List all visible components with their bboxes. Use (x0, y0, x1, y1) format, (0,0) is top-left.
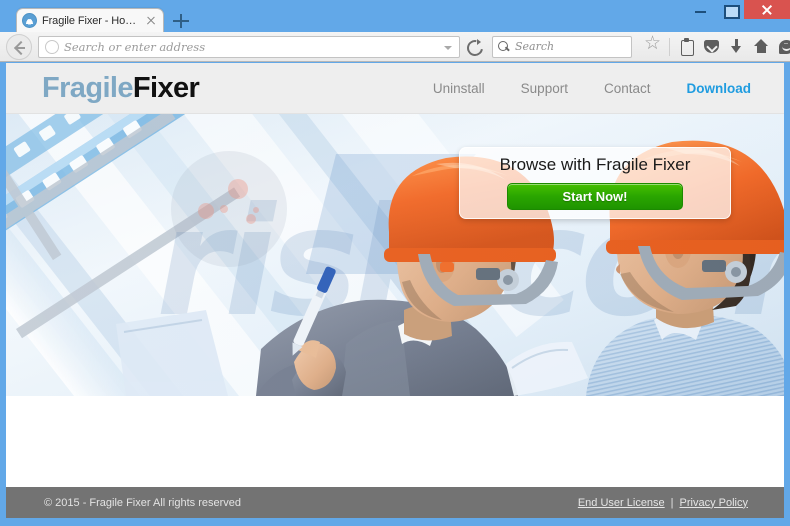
sync-smiley-icon[interactable] (774, 35, 790, 59)
logo-part-two: Fixer (132, 71, 200, 104)
address-bar[interactable]: Search or enter address (38, 35, 460, 58)
nav-item-download[interactable]: Download (687, 81, 752, 96)
download-icon[interactable] (724, 35, 749, 59)
search-input[interactable]: Search (515, 40, 554, 53)
search-bar[interactable]: Search (492, 35, 632, 58)
address-input[interactable]: Search or enter address (64, 40, 441, 54)
reload-icon[interactable] (464, 37, 484, 57)
pocket-icon[interactable] (699, 35, 724, 59)
nav-item-support[interactable]: Support (521, 81, 568, 96)
new-tab-button[interactable] (172, 12, 190, 30)
tab-title: Fragile Fixer - Home Page (42, 14, 144, 27)
nav-item-contact[interactable]: Contact (604, 81, 651, 96)
browser-window: Fragile Fixer - Home Page Search or ente… (0, 0, 790, 526)
footer-links: End User License | Privacy Policy (578, 497, 748, 509)
chevron-down-icon[interactable] (441, 37, 455, 57)
minimize-icon[interactable] (686, 0, 715, 19)
footer-separator: | (670, 496, 674, 509)
back-icon[interactable] (6, 33, 32, 60)
footer-copyright: © 2015 - Fragile Fixer All rights reserv… (44, 496, 242, 509)
search-icon (498, 40, 510, 53)
close-icon[interactable] (144, 14, 158, 28)
title-bar: Fragile Fixer - Home Page (0, 0, 790, 32)
star-icon[interactable] (640, 32, 665, 59)
window-controls (686, 0, 790, 22)
nav-item-uninstall[interactable]: Uninstall (433, 81, 485, 96)
hero-banner: risk.com (6, 114, 784, 396)
start-now-button[interactable]: Start Now! (507, 183, 683, 210)
divider (669, 37, 670, 56)
site-identity-icon (45, 39, 59, 54)
page-body-area (6, 396, 784, 487)
browser-toolbar: Search or enter address Search (0, 32, 790, 62)
site-footer: © 2015 - Fragile Fixer All rights reserv… (6, 487, 784, 518)
end-user-license-link[interactable]: End User License (578, 497, 665, 509)
privacy-policy-link[interactable]: Privacy Policy (680, 497, 748, 509)
home-icon[interactable] (749, 35, 774, 59)
overlay-title: Browse with Fragile Fixer (499, 155, 691, 174)
site-header: FragileFixer Uninstall Support Contact D… (6, 63, 784, 114)
site-navigation: Uninstall Support Contact Download (433, 81, 751, 96)
logo-part-one: Fragile (42, 71, 133, 104)
close-icon[interactable] (744, 0, 790, 19)
browser-tab[interactable]: Fragile Fixer - Home Page (16, 8, 164, 32)
maximize-icon[interactable] (715, 0, 744, 19)
reader-icon[interactable] (674, 35, 699, 59)
browse-overlay-popup[interactable]: Browse with Fragile Fixer Start Now! (459, 147, 731, 219)
page-viewport: FragileFixer Uninstall Support Contact D… (6, 63, 784, 518)
globe-icon (22, 13, 37, 28)
toolbar-icon-group (640, 32, 790, 59)
site-logo[interactable]: FragileFixer (42, 71, 200, 105)
